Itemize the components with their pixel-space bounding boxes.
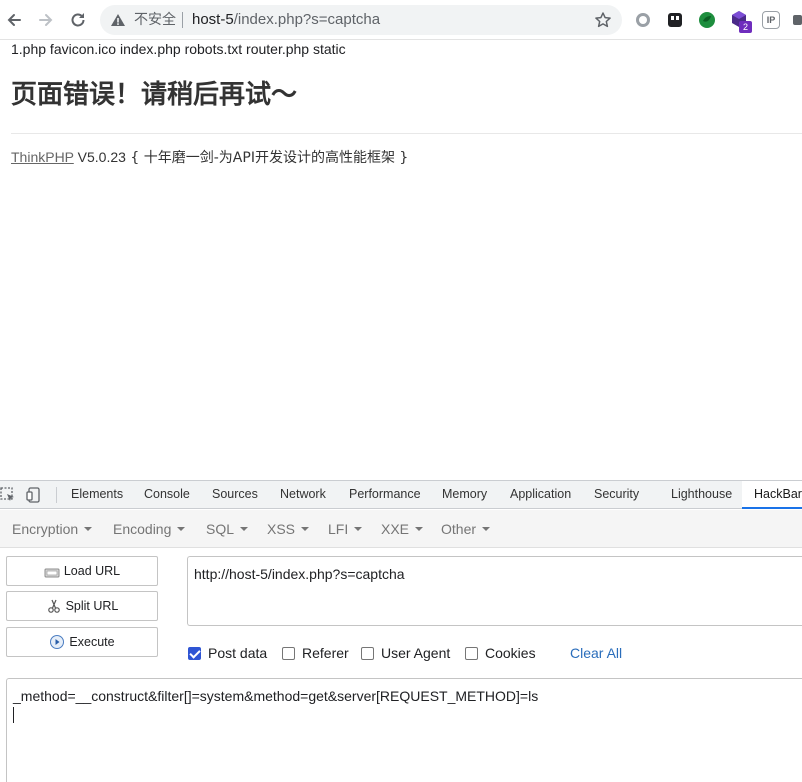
referer-checkbox[interactable] bbox=[282, 646, 295, 660]
user-agent-option[interactable]: User Agent bbox=[361, 644, 450, 662]
extension-record-icon[interactable] bbox=[634, 11, 652, 29]
url-path: /index.php?s=captcha bbox=[233, 11, 381, 28]
page-title: 页面错误！请稍后再试～ bbox=[11, 80, 298, 110]
menu-xxe-label: XXE bbox=[381, 521, 410, 537]
clear-all-link[interactable]: Clear All bbox=[570, 644, 622, 662]
post-data-input[interactable]: _method=__construct&filter[]=system&meth… bbox=[6, 678, 802, 782]
reload-icon bbox=[71, 13, 85, 27]
framework-version: V5.0.23 bbox=[73, 149, 126, 165]
tab-performance[interactable]: Performance bbox=[349, 481, 421, 509]
tab-sources[interactable]: Sources bbox=[212, 481, 258, 509]
menu-lfi[interactable]: LFI bbox=[328, 521, 363, 538]
tab-security[interactable]: Security bbox=[594, 481, 639, 509]
tab-lighthouse[interactable]: Lighthouse bbox=[671, 481, 732, 509]
tab-application[interactable]: Application bbox=[510, 481, 571, 509]
post-data-option[interactable]: Post data bbox=[188, 644, 267, 662]
load-url-label: Load URL bbox=[63, 564, 121, 578]
thinkphp-link[interactable]: ThinkPHP bbox=[11, 149, 74, 165]
warning-icon bbox=[111, 14, 125, 26]
tab-elements[interactable]: Elements bbox=[71, 481, 123, 509]
menu-sql-label: SQL bbox=[206, 521, 235, 537]
load-url-icon bbox=[44, 568, 60, 578]
user-agent-label: User Agent bbox=[381, 645, 451, 661]
split-url-button[interactable]: Split URL bbox=[6, 591, 158, 621]
extension-tab-icon[interactable] bbox=[666, 11, 684, 29]
menu-encryption[interactable]: Encryption bbox=[12, 521, 93, 538]
devtools-divider bbox=[56, 487, 57, 503]
extension-green-icon[interactable] bbox=[698, 11, 716, 29]
menu-xss-label: XSS bbox=[267, 521, 296, 537]
framework-footer: ThinkPHP V5.0.23 { 十年磨一剑-为API开发设计的高性能框架 … bbox=[11, 148, 408, 167]
cookies-option[interactable]: Cookies bbox=[465, 644, 536, 662]
text-cursor bbox=[13, 707, 14, 723]
menu-encryption-label: Encryption bbox=[12, 521, 79, 537]
menu-lfi-label: LFI bbox=[328, 521, 349, 537]
insecure-label: 不安全 bbox=[134, 12, 176, 28]
cookies-checkbox[interactable] bbox=[465, 646, 478, 660]
post-data-label: Post data bbox=[208, 645, 268, 661]
post-data-value: _method=__construct&filter[]=system&meth… bbox=[13, 688, 539, 704]
menu-encoding-label: Encoding bbox=[113, 521, 172, 537]
address-bar[interactable]: 不安全 host-5/index.php?s=captcha bbox=[100, 5, 622, 35]
menu-other-label: Other bbox=[441, 521, 477, 537]
tab-hackbar[interactable]: HackBar bbox=[742, 481, 802, 509]
divider bbox=[11, 133, 802, 134]
hackbar-menu: Encryption Encoding SQL XSS LFI XXE Othe… bbox=[0, 510, 802, 548]
tab-network[interactable]: Network bbox=[280, 481, 326, 509]
url-host: host-5 bbox=[192, 11, 234, 28]
framework-slogan: { 十年磨一剑-为API开发设计的高性能框架 } bbox=[125, 150, 409, 166]
menu-sql[interactable]: SQL bbox=[206, 521, 249, 538]
scissors-icon bbox=[47, 599, 60, 613]
caret-down-icon bbox=[415, 527, 424, 532]
user-agent-checkbox[interactable] bbox=[361, 646, 374, 660]
bookmark-star-icon[interactable] bbox=[594, 11, 612, 29]
menu-other[interactable]: Other bbox=[441, 521, 491, 538]
device-toolbar-icon[interactable] bbox=[26, 487, 42, 503]
extension-hackbar[interactable]: 2 bbox=[730, 10, 754, 34]
extension-ip-icon[interactable]: IP bbox=[762, 11, 780, 29]
reload-button[interactable] bbox=[66, 8, 90, 32]
arrow-right-icon bbox=[39, 14, 53, 26]
directory-listing: 1.php favicon.ico index.php robots.txt r… bbox=[11, 41, 346, 57]
back-button[interactable] bbox=[2, 8, 26, 32]
post-data-checkbox[interactable] bbox=[188, 646, 201, 660]
load-url-button[interactable]: Load URL bbox=[6, 556, 158, 586]
split-url-label: Split URL bbox=[65, 599, 119, 613]
menu-xss[interactable]: XSS bbox=[267, 521, 310, 538]
devtools-tab-bar: Elements Console Sources Network Perform… bbox=[0, 481, 802, 509]
caret-down-icon bbox=[354, 527, 363, 532]
url-input[interactable]: http://host-5/index.php?s=captcha bbox=[187, 556, 802, 626]
caret-down-icon bbox=[301, 527, 310, 532]
cookies-label: Cookies bbox=[485, 645, 536, 661]
caret-down-icon bbox=[177, 527, 186, 532]
referer-label: Referer bbox=[302, 645, 349, 661]
referer-option[interactable]: Referer bbox=[282, 644, 349, 662]
play-icon bbox=[50, 635, 65, 649]
forward-button[interactable] bbox=[34, 8, 58, 32]
menu-encoding[interactable]: Encoding bbox=[113, 521, 186, 538]
arrow-left-icon bbox=[7, 14, 21, 26]
execute-label: Execute bbox=[69, 635, 115, 649]
inspect-element-icon[interactable] bbox=[0, 487, 16, 503]
extension-puzzle-icon[interactable] bbox=[792, 11, 802, 29]
caret-down-icon bbox=[482, 527, 491, 532]
caret-down-icon bbox=[84, 527, 93, 532]
tab-console[interactable]: Console bbox=[144, 481, 190, 509]
browser-toolbar: 不安全 host-5/index.php?s=captcha 2 IP bbox=[0, 0, 802, 40]
caret-down-icon bbox=[240, 527, 249, 532]
address-url: host-5/index.php?s=captcha bbox=[192, 11, 380, 29]
tab-memory[interactable]: Memory bbox=[442, 481, 487, 509]
devtools-panel: Elements Console Sources Network Perform… bbox=[0, 480, 802, 782]
extension-badge: 2 bbox=[739, 21, 752, 33]
menu-xxe[interactable]: XXE bbox=[381, 521, 424, 538]
address-separator bbox=[182, 12, 183, 28]
execute-button[interactable]: Execute bbox=[6, 627, 158, 657]
